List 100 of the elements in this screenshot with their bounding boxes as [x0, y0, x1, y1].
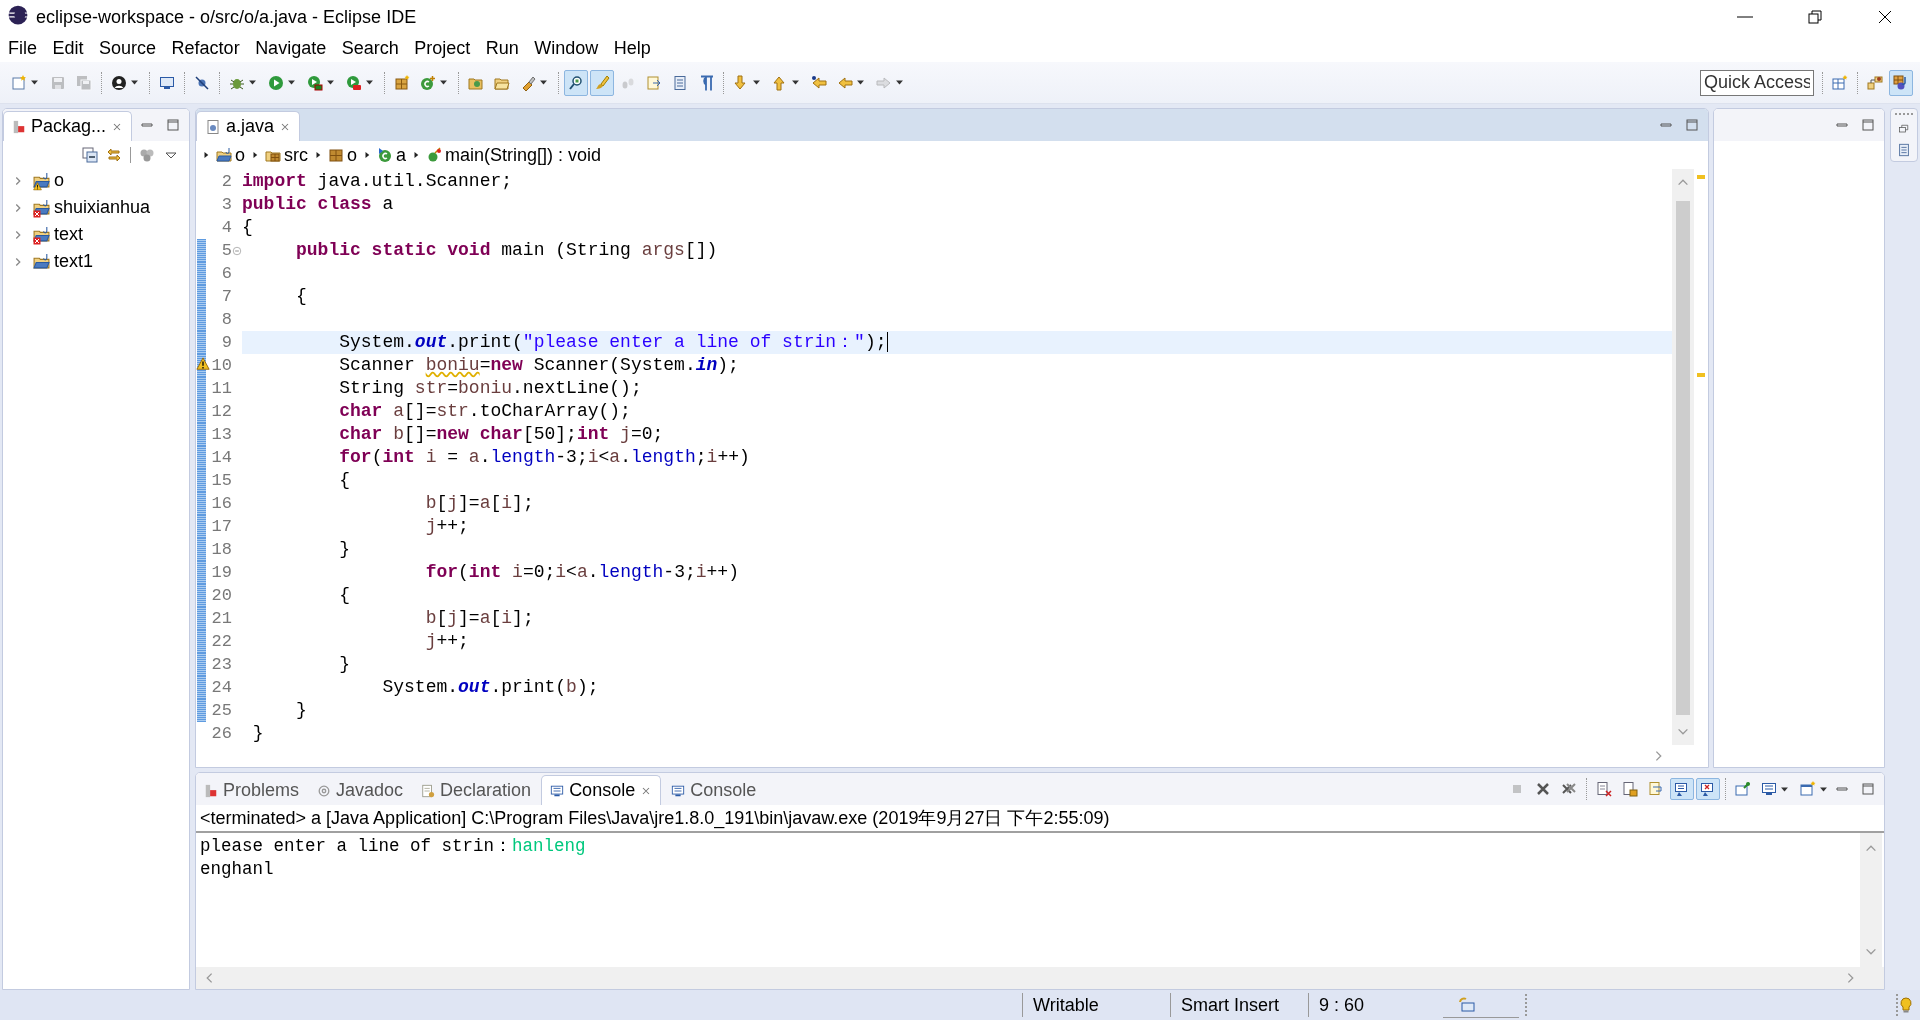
- console-icon: [671, 783, 686, 798]
- view-tab[interactable]: Console: [663, 776, 765, 805]
- menu-item[interactable]: Project: [407, 36, 478, 60]
- project-folder-icon: [33, 172, 50, 189]
- link-editor-button[interactable]: [106, 147, 122, 163]
- caret-icon: [538, 77, 549, 88]
- line-number: 8: [220, 309, 232, 331]
- menu-item[interactable]: Navigate: [248, 36, 334, 60]
- line-number: 3: [220, 194, 232, 216]
- perspective-button[interactable]: [1889, 69, 1913, 96]
- caret-icon: [29, 77, 40, 88]
- menu-item[interactable]: Source: [92, 36, 164, 60]
- code-line: }: [338, 538, 352, 561]
- tree-item[interactable]: text: [3, 221, 189, 248]
- menu-item[interactable]: Window: [527, 36, 606, 60]
- caret-icon: [286, 77, 297, 88]
- clear-console-icon: [1596, 781, 1612, 797]
- collapse-all-button[interactable]: [82, 147, 98, 163]
- breadcrumb-item[interactable]: src: [265, 144, 308, 166]
- line-number: 25: [210, 700, 232, 722]
- new-class-icon: [420, 74, 436, 91]
- pin-icon: [1735, 781, 1751, 797]
- code-line: {: [242, 216, 254, 239]
- brush-icon: [594, 74, 610, 91]
- project-folder-icon: [33, 199, 50, 216]
- menu-item[interactable]: Search: [334, 36, 406, 60]
- tree-item[interactable]: shuixianhua: [3, 194, 189, 221]
- editor-tab[interactable]: a.java: [196, 111, 301, 141]
- warning-mark: [1697, 373, 1705, 377]
- arrow-down-icon: [733, 74, 749, 91]
- project-folder-icon: [33, 253, 50, 270]
- view-tab[interactable]: Javadoc: [309, 776, 412, 805]
- view-tab[interactable]: Packag...: [3, 111, 133, 141]
- grid-circles-icon: [1893, 74, 1909, 91]
- line-number: 7: [220, 286, 232, 308]
- pilcrow-icon: [698, 74, 714, 91]
- new-package-icon: [394, 74, 410, 91]
- line-number: 26: [210, 723, 232, 745]
- line-number: 22: [210, 631, 232, 653]
- menu-item[interactable]: Help: [606, 36, 658, 60]
- new-console-icon: [1800, 781, 1816, 797]
- restore-button[interactable]: [1898, 123, 1910, 135]
- maximize-button[interactable]: [1860, 117, 1876, 133]
- arrow-up-icon: [772, 74, 788, 91]
- code-line: b[j]=a[i];: [424, 492, 535, 515]
- skip-breakpoint-icon: [194, 74, 210, 91]
- line-number: 16: [210, 493, 232, 515]
- maximize-icon: [1860, 117, 1876, 133]
- code-line: for(int i=0;i<a.length-3;i++): [424, 561, 740, 584]
- breadcrumb-item[interactable]: a: [377, 144, 407, 166]
- menu-item[interactable]: Refactor: [164, 36, 247, 60]
- table-star-icon: [1832, 74, 1848, 91]
- line-number: 15: [210, 470, 232, 492]
- stdout-button[interactable]: [1670, 778, 1694, 800]
- tree-item[interactable]: text1: [3, 248, 189, 275]
- magnifier-button[interactable]: [564, 69, 588, 96]
- code-line: System.out.print(b);: [381, 676, 600, 699]
- maximize-icon: [1684, 117, 1700, 133]
- caret-icon: [751, 77, 762, 88]
- menu-item[interactable]: File: [1, 36, 44, 60]
- code-line: }: [338, 653, 352, 676]
- maximize-button[interactable]: [1684, 117, 1700, 133]
- caret-icon: [364, 77, 375, 88]
- console-icon: [550, 783, 565, 798]
- maximize-icon: [1860, 781, 1876, 797]
- outline-button[interactable]: [1897, 143, 1911, 157]
- scroll-lock-icon: [1622, 781, 1638, 797]
- view-tab[interactable]: Problems: [196, 776, 308, 805]
- package-icon: [328, 147, 344, 163]
- menu-item[interactable]: Edit: [45, 36, 91, 60]
- caret-icon: [855, 77, 866, 88]
- line-number: 9: [220, 332, 232, 354]
- stderr-button[interactable]: [1696, 778, 1720, 800]
- stderr-icon: [1700, 781, 1716, 797]
- line-number: 12: [210, 401, 232, 423]
- tree-item[interactable]: o: [3, 167, 189, 194]
- view-tab[interactable]: Console: [541, 775, 662, 805]
- new-file-icon: [11, 74, 27, 91]
- line-number: 4: [220, 217, 232, 239]
- view-tab[interactable]: Declaration: [413, 776, 540, 805]
- problems-icon: [204, 783, 218, 798]
- code-line: }: [251, 722, 265, 745]
- play-toolbox-icon: [346, 74, 362, 91]
- console-line: enghanl: [200, 858, 275, 881]
- menu-item[interactable]: Run: [478, 36, 526, 60]
- code-line: char a[]=str.toCharArray();: [338, 400, 632, 423]
- console-line: please enter a line of strin：hanleng: [200, 835, 587, 858]
- caret-icon: [894, 77, 905, 88]
- code-line: j++;: [424, 630, 470, 653]
- window-title: eclipse-workspace - o/src/o/a.java - Eclipse IDE: [36, 6, 417, 28]
- breadcrumb-item[interactable]: o: [216, 144, 245, 166]
- breadcrumb-item[interactable]: o: [328, 144, 358, 166]
- restore-icon: [1898, 123, 1910, 135]
- caret-icon: [129, 77, 140, 88]
- maximize-button[interactable]: [1860, 781, 1876, 797]
- maximize-button[interactable]: [165, 117, 181, 133]
- breadcrumb-item[interactable]: main(String[]) : void: [426, 144, 602, 166]
- code-line: import java.util.Scanner;: [242, 170, 514, 193]
- focus-button[interactable]: [139, 147, 155, 163]
- line-number: 21: [210, 608, 232, 630]
